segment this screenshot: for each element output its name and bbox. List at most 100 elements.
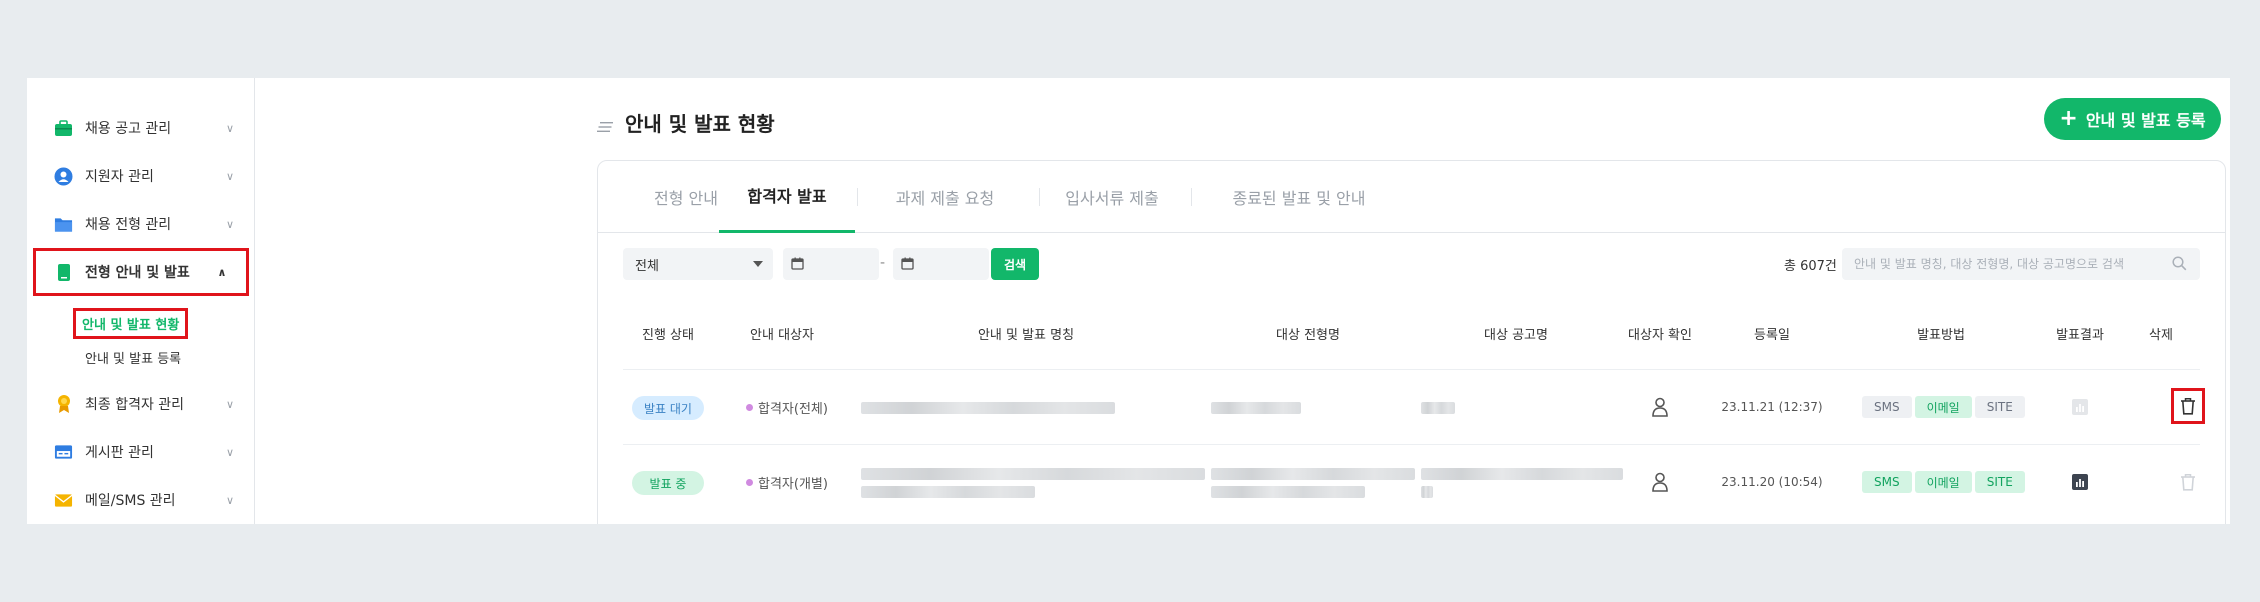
total-count: 총 607건 bbox=[1784, 259, 1837, 274]
column-header-method: 발표방법 bbox=[1917, 328, 1965, 343]
sidebar-item-label: 최종 합격자 관리 bbox=[85, 397, 185, 413]
sidebar-item-label: 채용 전형 관리 bbox=[85, 217, 172, 233]
sidebar-item-label: 전형 안내 및 발표 bbox=[85, 265, 190, 281]
sidebar-item-recruit-process[interactable]: 채용 전형 관리 ∨ bbox=[34, 202, 254, 246]
delete-highlight bbox=[2171, 388, 2205, 424]
status-select[interactable]: 전체 bbox=[623, 248, 773, 280]
blurred-announcement-name bbox=[861, 486, 1035, 498]
column-header-registered-date: 등록일 bbox=[1754, 328, 1790, 343]
search-input[interactable] bbox=[1842, 248, 2200, 280]
person-icon[interactable] bbox=[1650, 471, 1670, 493]
bar-chart-icon[interactable] bbox=[2071, 473, 2089, 491]
sidebar-item-guide-announcement[interactable]: 전형 안내 및 발표 ∧ bbox=[33, 248, 249, 296]
medal-icon bbox=[54, 395, 73, 414]
chevron-down-icon: ∨ bbox=[225, 121, 235, 135]
app-frame: 채용 공고 관리 ∨ 지원자 관리 ∨ 채용 전형 관리 ∨ 전형 안내 및 발… bbox=[27, 78, 2230, 524]
registered-date: 23.11.20 (10:54) bbox=[1721, 475, 1823, 489]
blurred-posting-name bbox=[1421, 486, 1433, 498]
chevron-up-icon: ∧ bbox=[217, 265, 227, 279]
calendar-icon bbox=[901, 255, 914, 274]
bullet-dot bbox=[746, 479, 753, 486]
tab-pass-announcement[interactable]: 합격자 발표 bbox=[719, 160, 855, 233]
phone-icon bbox=[54, 263, 73, 282]
method-email: 이메일 bbox=[1914, 471, 1972, 493]
sidebar-item-final-pass[interactable]: 최종 합격자 관리 ∨ bbox=[34, 382, 254, 426]
column-header-process-name: 대상 전형명 bbox=[1276, 328, 1340, 343]
method-site: SITE bbox=[1974, 471, 2025, 493]
status-select-value: 전체 bbox=[635, 258, 659, 274]
tab-divider bbox=[1191, 188, 1192, 206]
chevron-down-icon: ∨ bbox=[225, 397, 235, 411]
method-badges: SMS 이메일 SITE bbox=[1862, 471, 2025, 493]
column-header-result: 발표결과 bbox=[2056, 328, 2104, 343]
column-header-delete: 삭제 bbox=[2149, 328, 2173, 343]
chevron-down-icon: ∨ bbox=[225, 445, 235, 459]
folder-icon bbox=[54, 215, 73, 234]
sidebar-item-board[interactable]: 게시판 관리 ∨ bbox=[34, 430, 254, 474]
mail-icon bbox=[54, 491, 73, 510]
table-divider bbox=[623, 444, 2200, 445]
sidebar-item-label: 메일/SMS 관리 bbox=[85, 493, 176, 509]
register-announcement-button[interactable]: + 안내 및 발표 등록 bbox=[2044, 98, 2221, 140]
column-header-status: 진행 상태 bbox=[642, 328, 694, 343]
chevron-down-icon: ∨ bbox=[225, 493, 235, 507]
table-divider bbox=[623, 369, 2200, 370]
search-icon[interactable] bbox=[2172, 256, 2188, 272]
blurred-process-name bbox=[1211, 468, 1415, 480]
chevron-down-icon: ∨ bbox=[225, 217, 235, 231]
chevron-down-icon: ∨ bbox=[225, 169, 235, 183]
user-circle-icon bbox=[54, 167, 73, 186]
method-badges: SMS 이메일 SITE bbox=[1862, 396, 2025, 418]
blurred-announcement-name bbox=[861, 468, 1205, 480]
blurred-posting-name bbox=[1421, 468, 1623, 480]
method-sms: SMS bbox=[1862, 396, 1912, 418]
tab-divider bbox=[1039, 188, 1040, 206]
caret-down-icon bbox=[753, 261, 763, 267]
column-header-announcement-name: 안내 및 발표 명칭 bbox=[977, 328, 1075, 343]
briefcase-icon bbox=[54, 119, 73, 138]
page-title: 안내 및 발표 현황 bbox=[625, 112, 775, 136]
search-button[interactable]: 검색 bbox=[991, 248, 1039, 280]
register-button-label: 안내 및 발표 등록 bbox=[2085, 111, 2206, 130]
end-date-input[interactable] bbox=[893, 248, 989, 280]
trash-icon bbox=[2178, 472, 2198, 492]
sidebar-item-label: 게시판 관리 bbox=[85, 445, 154, 461]
method-site: SITE bbox=[1974, 396, 2025, 418]
registered-date: 23.11.21 (12:37) bbox=[1721, 400, 1823, 414]
column-header-target-check: 대상자 확인 bbox=[1628, 328, 1692, 343]
sub-item-status[interactable]: 안내 및 발표 현황 bbox=[73, 308, 189, 339]
sidebar-item-job-posting[interactable]: 채용 공고 관리 ∨ bbox=[34, 106, 254, 150]
board-icon bbox=[54, 443, 73, 462]
sidebar-item-label: 지원자 관리 bbox=[85, 169, 154, 185]
target-label: 합격자(전체) bbox=[758, 402, 828, 417]
blurred-announcement-name bbox=[861, 402, 1115, 414]
tab-document-submission[interactable]: 입사서류 제출 bbox=[1047, 160, 1177, 233]
status-badge: 발표 중 bbox=[632, 471, 704, 495]
date-separator: - bbox=[880, 255, 886, 271]
column-header-target: 안내 대상자 bbox=[750, 328, 814, 343]
method-email: 이메일 bbox=[1914, 396, 1972, 418]
sidebar-item-applicants[interactable]: 지원자 관리 ∨ bbox=[34, 154, 254, 198]
bullet-dot bbox=[746, 404, 753, 411]
blurred-process-name bbox=[1211, 402, 1301, 414]
menu-lines-icon bbox=[597, 118, 613, 132]
tab-assignment-request[interactable]: 과제 제출 요청 bbox=[865, 160, 1025, 233]
sidebar: 채용 공고 관리 ∨ 지원자 관리 ∨ 채용 전형 관리 ∨ 전형 안내 및 발… bbox=[27, 78, 255, 524]
tab-divider bbox=[857, 188, 858, 206]
status-badge: 발표 대기 bbox=[632, 396, 704, 420]
sidebar-item-label: 채용 공고 관리 bbox=[85, 121, 172, 137]
target-cell: 합격자(전체) bbox=[746, 398, 828, 417]
start-date-input[interactable] bbox=[783, 248, 879, 280]
calendar-icon bbox=[791, 255, 804, 274]
person-icon[interactable] bbox=[1650, 396, 1670, 418]
sub-item-register[interactable]: 안내 및 발표 등록 bbox=[79, 345, 187, 370]
bar-chart-icon bbox=[2071, 398, 2089, 416]
plus-icon: + bbox=[2059, 106, 2078, 131]
tab-closed-announcements[interactable]: 종료된 발표 및 안내 bbox=[1199, 160, 1399, 233]
sidebar-item-mail-sms[interactable]: 메일/SMS 관리 ∨ bbox=[34, 478, 254, 522]
blurred-posting-name bbox=[1421, 402, 1455, 414]
blurred-process-name bbox=[1211, 486, 1365, 498]
method-sms: SMS bbox=[1862, 471, 1912, 493]
target-cell: 합격자(개별) bbox=[746, 473, 828, 492]
column-header-posting-name: 대상 공고명 bbox=[1484, 328, 1548, 343]
